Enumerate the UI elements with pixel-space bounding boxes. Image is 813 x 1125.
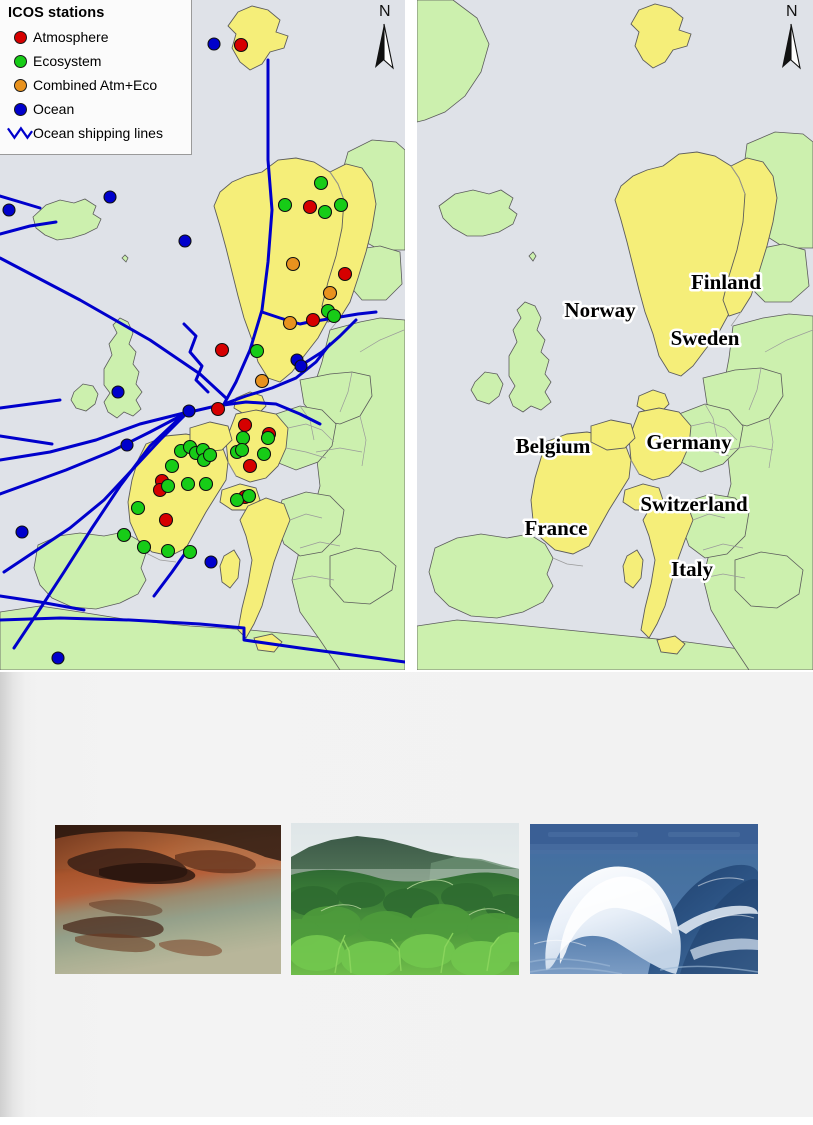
legend-item-atmosphere: Atmosphere	[7, 25, 185, 49]
map-legend: ICOS stations Atmosphere Ecosystem Combi…	[0, 0, 192, 155]
north-arrow-label-right: N	[786, 3, 798, 20]
orange-circle-icon	[7, 78, 33, 92]
green-circle-icon	[7, 54, 33, 68]
north-arrow-left: N	[368, 4, 402, 74]
zigzag-line-icon	[7, 125, 33, 141]
red-circle-icon	[7, 30, 33, 44]
legend-label-shipping-lines: Ocean shipping lines	[33, 125, 163, 141]
photo-ocean	[530, 824, 758, 974]
legend-item-shipping-lines: Ocean shipping lines	[7, 121, 185, 145]
photo-ecosystem-graphic	[291, 823, 519, 975]
north-arrow-label: N	[379, 3, 391, 20]
legend-label-combined: Combined Atm+Eco	[33, 77, 158, 93]
legend-item-ocean: Ocean	[7, 97, 185, 121]
photo-ecosystem	[291, 823, 519, 975]
legend-item-ecosystem: Ecosystem	[7, 49, 185, 73]
photo-atmosphere	[55, 825, 281, 974]
legend-title: ICOS stations	[8, 5, 105, 21]
blue-circle-icon	[7, 102, 33, 116]
photo-ocean-graphic	[530, 824, 758, 974]
legend-label-ecosystem: Ecosystem	[33, 53, 102, 69]
legend-label-ocean: Ocean	[33, 101, 75, 117]
legend-label-atmosphere: Atmosphere	[33, 29, 109, 45]
photo-atmosphere-graphic	[55, 825, 281, 974]
north-arrow-right: N	[775, 4, 809, 74]
legend-item-combined: Combined Atm+Eco	[7, 73, 185, 97]
photo-strip	[0, 0, 813, 1125]
